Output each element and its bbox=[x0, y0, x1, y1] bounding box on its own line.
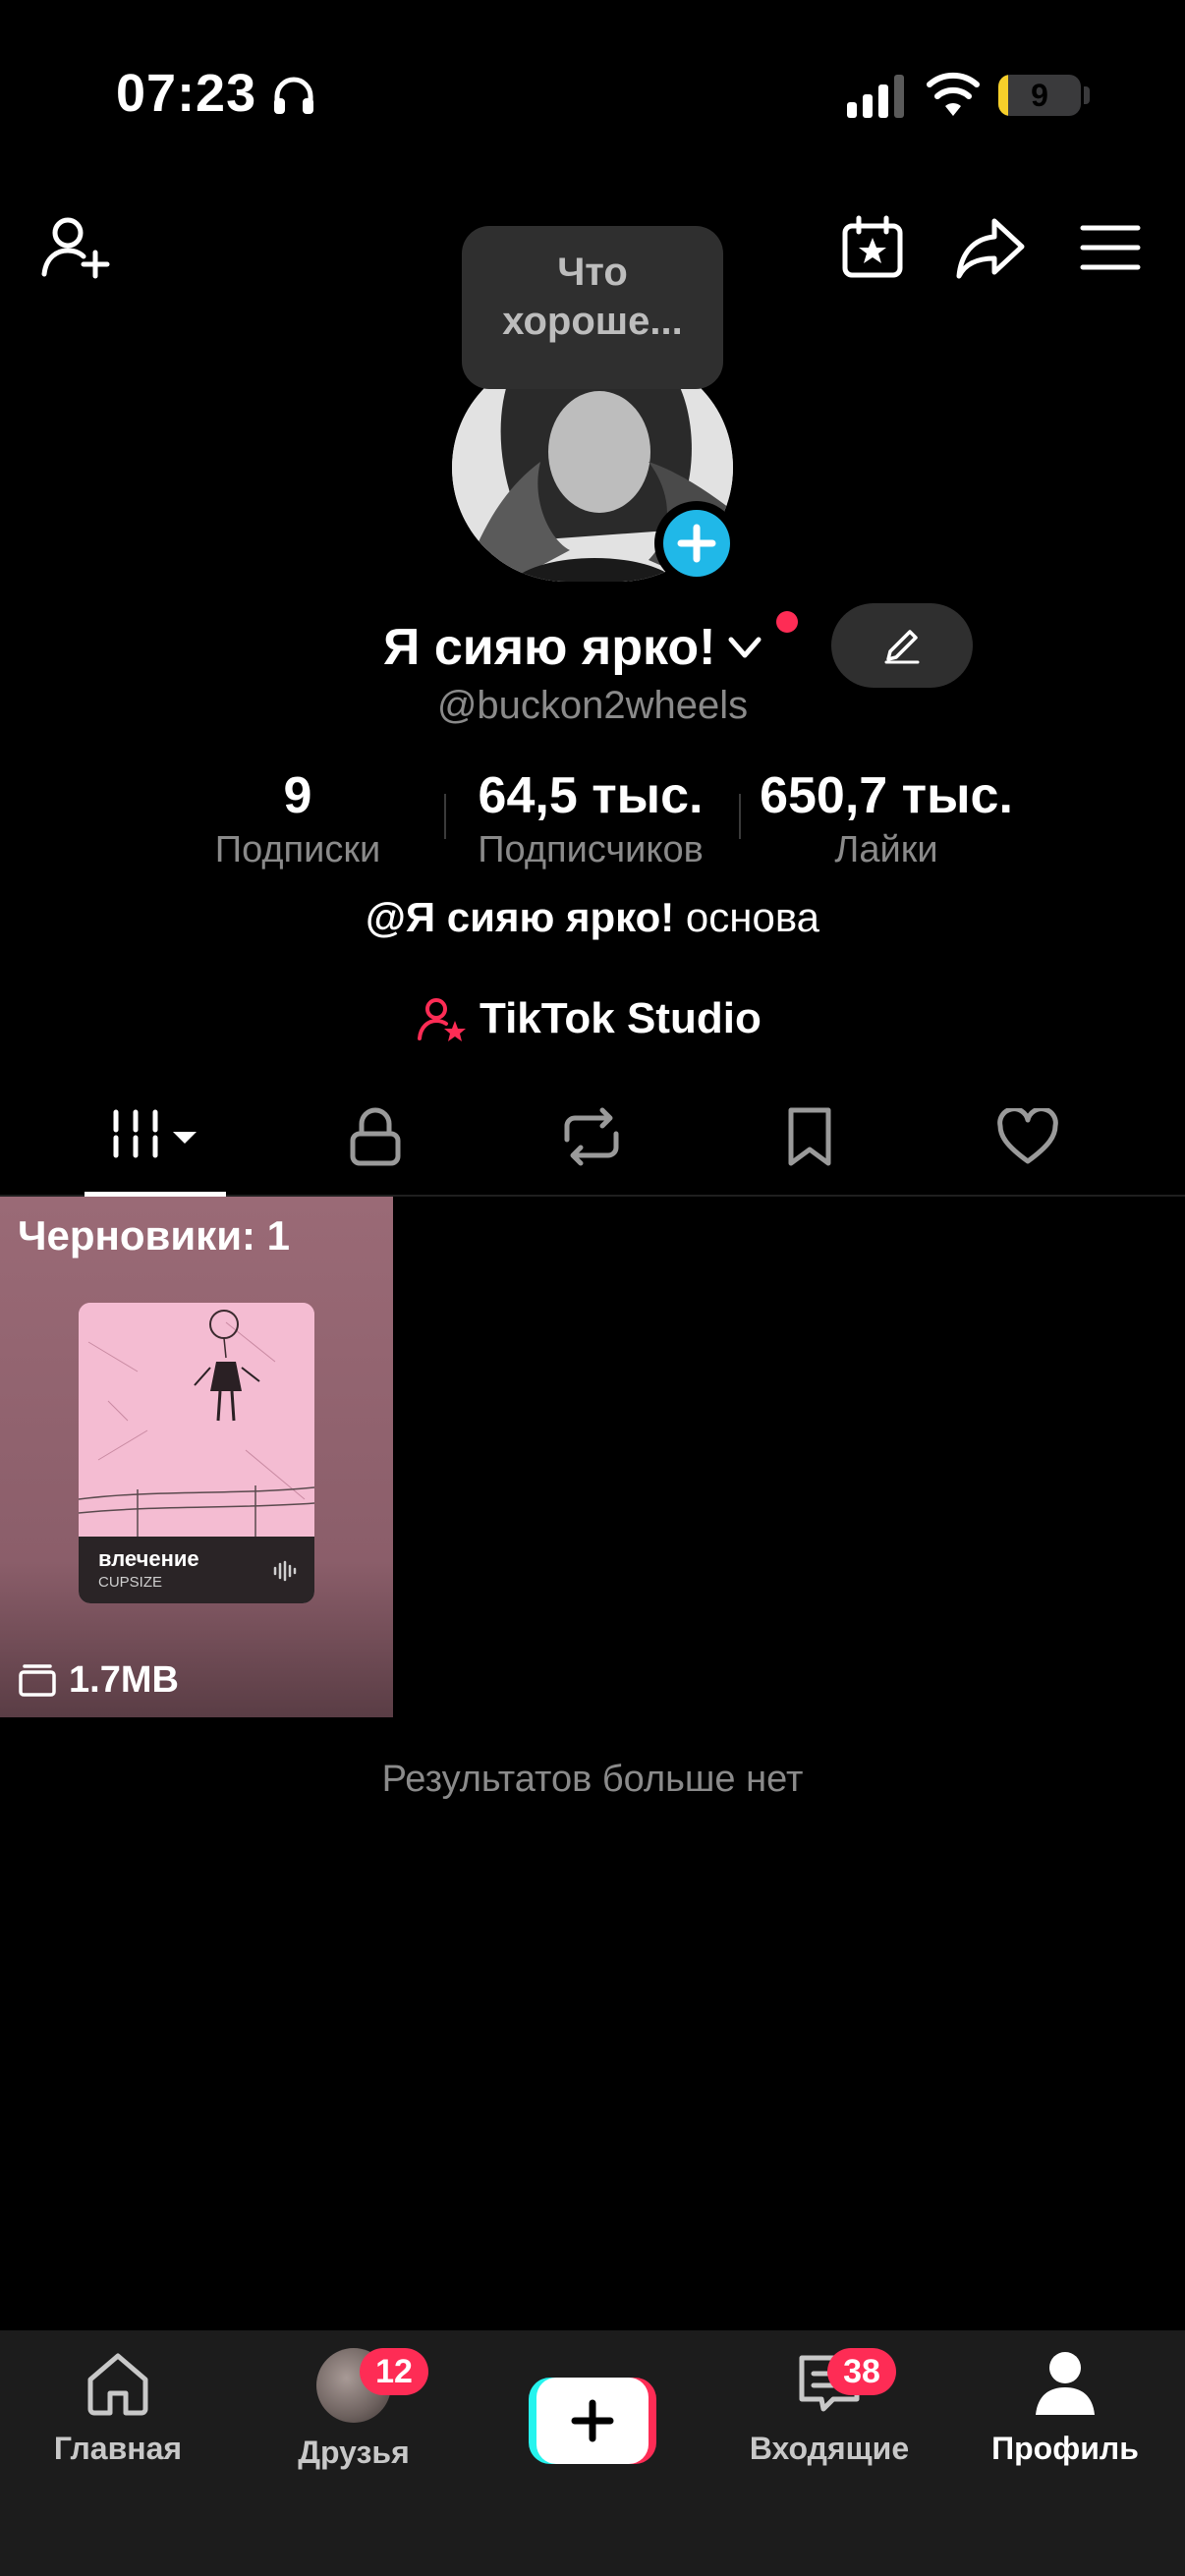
nav-home[interactable]: Главная bbox=[20, 2348, 216, 2495]
status-bar: 07:23 9 bbox=[0, 0, 1185, 196]
avatar-add-button[interactable] bbox=[654, 501, 739, 586]
song-info-bar: влечение CUPSIZE bbox=[79, 1537, 314, 1603]
content-tabs bbox=[0, 1077, 1185, 1197]
battery-tip bbox=[1084, 86, 1090, 104]
waveform-icon bbox=[273, 1560, 297, 1582]
plus-icon bbox=[677, 524, 716, 563]
followers-label: Подписчиков bbox=[478, 829, 704, 870]
add-friend-button[interactable] bbox=[37, 208, 116, 287]
share-button[interactable] bbox=[949, 208, 1032, 287]
bio-text: основа bbox=[674, 894, 820, 940]
tab-favorites[interactable] bbox=[739, 1077, 880, 1197]
repost-icon bbox=[564, 1107, 619, 1166]
cover-artist: CUPSIZE bbox=[98, 1574, 163, 1591]
bio-mention[interactable]: @Я сияю ярко! bbox=[366, 894, 674, 940]
likes-label: Лайки bbox=[834, 829, 938, 870]
nav-friends-label: Друзья bbox=[298, 2435, 410, 2470]
tab-reposts[interactable] bbox=[521, 1077, 662, 1197]
create-button[interactable] bbox=[529, 2378, 656, 2464]
tiktok-studio-link[interactable]: TikTok Studio bbox=[417, 986, 762, 1051]
nav-profile[interactable]: Профиль bbox=[967, 2348, 1163, 2495]
balloon-girl-illustration bbox=[79, 1303, 314, 1539]
battery-level: 9 bbox=[1031, 78, 1048, 113]
nav-friends[interactable]: Друзья 12 bbox=[255, 2348, 452, 2495]
folder-icon bbox=[19, 1664, 56, 1697]
display-name-switcher[interactable]: Я сияю ярко! bbox=[383, 613, 766, 682]
display-name: Я сияю ярко! bbox=[383, 619, 716, 676]
add-friend-icon bbox=[41, 217, 110, 279]
pencil-icon bbox=[884, 630, 920, 664]
cover-song-title: влечение bbox=[98, 1546, 199, 1571]
menu-icon bbox=[1080, 225, 1141, 270]
menu-button[interactable] bbox=[1071, 208, 1150, 287]
stat-following[interactable]: 9 Подписки bbox=[187, 766, 409, 871]
bottom-nav: Главная Друзья 12 Входящие 38 Профиль bbox=[0, 2330, 1185, 2576]
stat-followers[interactable]: 64,5 тыс. Подписчиков bbox=[448, 766, 733, 871]
headphones-icon bbox=[274, 77, 313, 114]
heart-icon bbox=[997, 1108, 1058, 1164]
draft-size: 1.7MB bbox=[18, 1658, 179, 1702]
draft-cover: влечение CUPSIZE bbox=[79, 1303, 314, 1603]
lock-icon bbox=[350, 1107, 401, 1166]
inbox-badge: 38 bbox=[827, 2348, 896, 2395]
stat-divider bbox=[444, 794, 446, 839]
share-icon bbox=[956, 218, 1025, 279]
friends-badge: 12 bbox=[360, 2348, 428, 2395]
tab-private[interactable] bbox=[305, 1077, 446, 1197]
stat-likes[interactable]: 650,7 тыс. Лайки bbox=[739, 766, 1034, 871]
calendar-star-icon bbox=[842, 215, 903, 278]
bio: @Я сияю ярко! основа bbox=[0, 894, 1185, 941]
following-count: 9 bbox=[283, 767, 312, 824]
tab-videos[interactable] bbox=[85, 1077, 226, 1197]
drafts-label: Черновики: 1 bbox=[18, 1212, 291, 1259]
drafts-tile[interactable]: Черновики: 1 влечение CUPSIZE 1.7MB bbox=[0, 1197, 393, 1717]
nav-inbox-label: Входящие bbox=[749, 2431, 910, 2466]
plus-circle bbox=[663, 510, 730, 577]
signal-icon bbox=[847, 75, 904, 118]
profile-icon bbox=[1036, 2352, 1095, 2415]
chevron-down-icon bbox=[728, 637, 762, 658]
home-icon bbox=[87, 2353, 148, 2416]
bookmark-icon bbox=[788, 1107, 831, 1166]
note-bubble[interactable]: Что хороше... bbox=[462, 226, 723, 389]
nav-home-label: Главная bbox=[53, 2431, 183, 2466]
following-label: Подписки bbox=[214, 829, 381, 870]
battery-icon: 9 bbox=[998, 75, 1081, 116]
edit-profile-button[interactable] bbox=[831, 603, 973, 688]
tiktok-studio-label: TikTok Studio bbox=[480, 994, 762, 1042]
tab-liked[interactable] bbox=[957, 1077, 1099, 1197]
username: @buckon2wheels bbox=[436, 684, 749, 727]
notification-dot bbox=[776, 611, 798, 633]
no-more-results: Результатов больше нет bbox=[381, 1759, 804, 1800]
plus-icon bbox=[571, 2399, 614, 2442]
calendar-button[interactable] bbox=[833, 208, 912, 287]
videos-grid-icon bbox=[113, 1109, 197, 1164]
draft-size-label: 1.7MB bbox=[69, 1658, 179, 1701]
followers-count: 64,5 тыс. bbox=[478, 767, 704, 824]
creator-star-icon bbox=[418, 998, 466, 1041]
nav-profile-label: Профиль bbox=[991, 2431, 1139, 2466]
nav-inbox[interactable]: Входящие 38 bbox=[731, 2348, 928, 2495]
create-layer-white bbox=[536, 2378, 649, 2464]
wifi-icon bbox=[927, 72, 980, 116]
likes-count: 650,7 тыс. bbox=[760, 767, 1013, 824]
status-time: 07:23 bbox=[116, 64, 257, 123]
